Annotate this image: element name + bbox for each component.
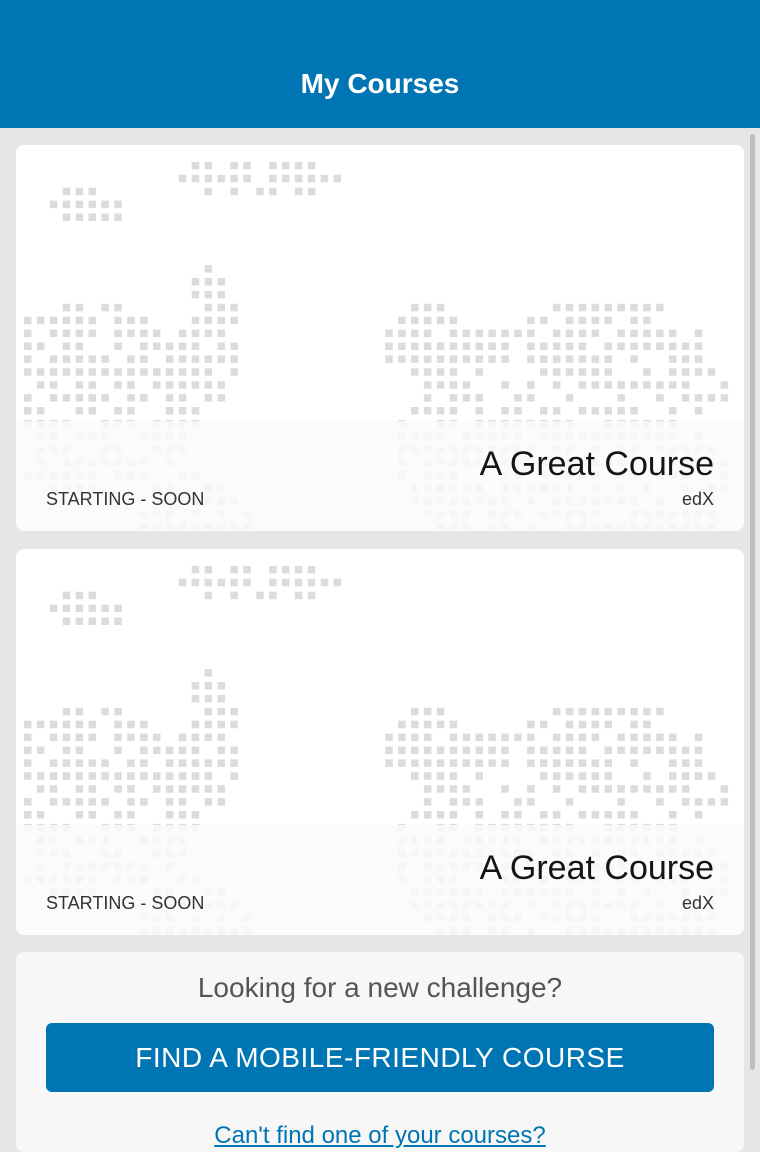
course-org: edX <box>681 489 714 509</box>
course-card-1[interactable]: A Great Course STARTING - SOON edX <box>16 145 744 531</box>
scrollbar[interactable] <box>750 134 755 1070</box>
course-card-2[interactable]: A Great Course STARTING - SOON edX <box>16 549 744 935</box>
missing-courses-link[interactable]: Can't find one of your courses? <box>16 1122 744 1150</box>
course-status: STARTING - SOON <box>46 893 205 913</box>
course-title: A Great Course <box>479 849 714 887</box>
course-org: edX <box>681 893 714 913</box>
find-course-button[interactable]: FIND A MOBILE-FRIENDLY COURSE <box>46 1023 714 1092</box>
find-course-panel: Looking for a new challenge? FIND A MOBI… <box>16 952 744 1152</box>
find-prompt: Looking for a new challenge? <box>197 972 563 1003</box>
app-header: My Courses <box>0 0 760 128</box>
page-title: My Courses <box>300 68 460 99</box>
course-status: STARTING - SOON <box>46 489 205 509</box>
course-title: A Great Course <box>479 445 714 483</box>
